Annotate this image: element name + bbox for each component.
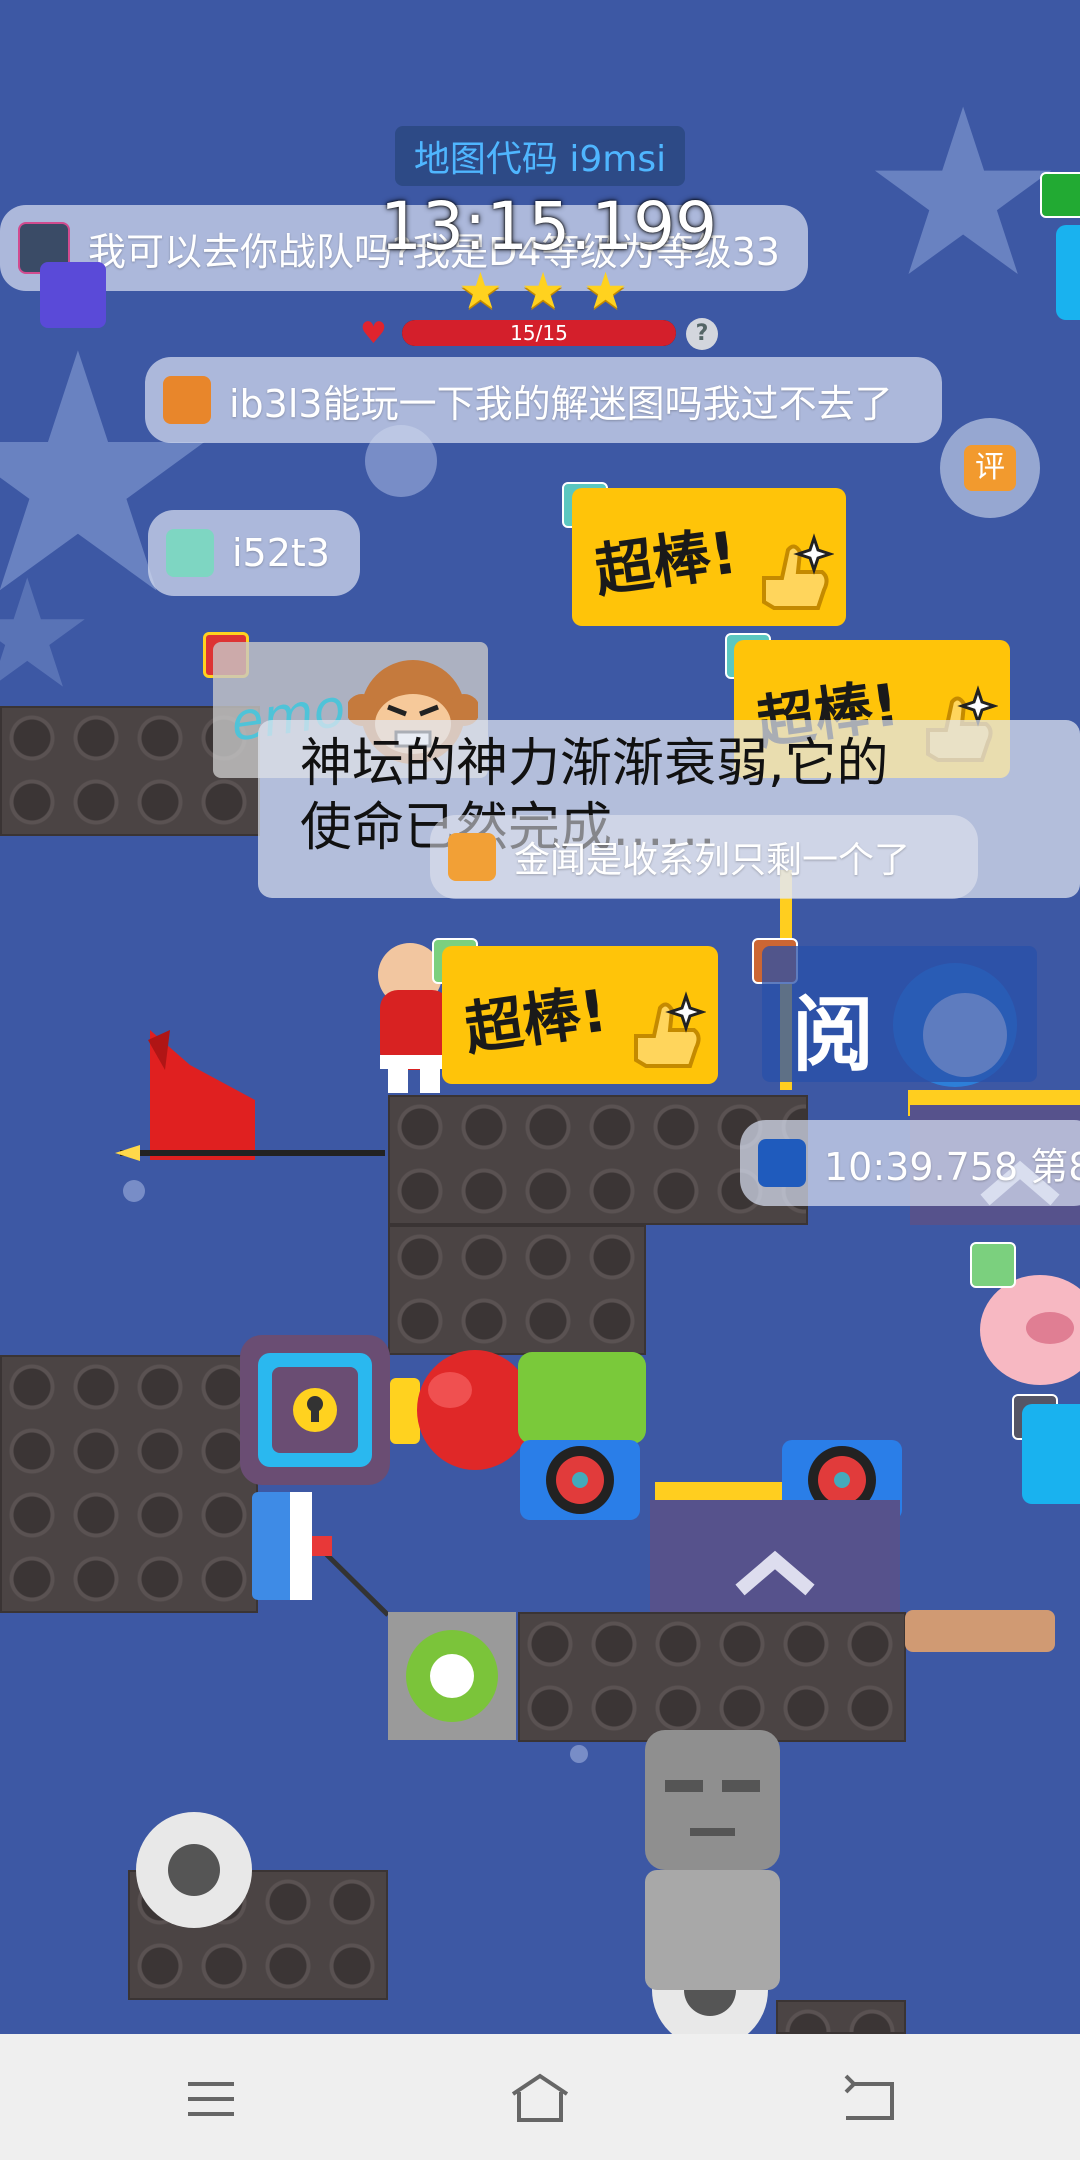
star-icon: ★ bbox=[520, 262, 566, 320]
fan-icon bbox=[520, 1440, 640, 1520]
great-sticker: 超棒! bbox=[572, 488, 846, 626]
rate-button[interactable]: 评 bbox=[940, 418, 1040, 518]
chat-message-text: i52t3 bbox=[232, 531, 330, 575]
star-icon: ★ bbox=[458, 262, 503, 320]
chat-message: 10:39.758 第82 bbox=[740, 1120, 1080, 1206]
lock-block-icon bbox=[240, 1335, 390, 1485]
chat-message-text: ib3l3能玩一下我的解迷图吗我过不去了 bbox=[229, 381, 893, 426]
up-arrow-block-icon bbox=[650, 1500, 900, 1612]
great-sticker-text: 超棒! bbox=[460, 976, 612, 1064]
system-nav-bar bbox=[0, 2034, 1080, 2160]
gear-block-icon bbox=[388, 1612, 516, 1740]
moai-statue-icon bbox=[645, 1730, 780, 1990]
wood-plank-icon bbox=[905, 1610, 1055, 1652]
player-avatar bbox=[970, 1242, 1016, 1288]
player-avatar bbox=[1040, 172, 1080, 218]
health-text: 15/15 bbox=[510, 321, 568, 345]
help-button[interactable]: ? bbox=[686, 318, 718, 350]
pig-sticker-icon bbox=[980, 1275, 1080, 1385]
brush-icon bbox=[252, 1492, 390, 1617]
side-panel-edge bbox=[1056, 225, 1080, 320]
thumbs-up-icon bbox=[634, 991, 706, 1068]
caption-line: 神坛的神力渐渐衰弱,它的 bbox=[300, 734, 889, 794]
heart-icon: ♥ bbox=[360, 316, 387, 351]
player-avatar bbox=[166, 529, 214, 577]
great-sticker-text: 超棒! bbox=[590, 518, 742, 606]
chat-message: i52t3 bbox=[148, 510, 360, 596]
home-icon[interactable] bbox=[505, 2064, 575, 2134]
read-sticker-text: 阅 bbox=[792, 988, 875, 1083]
player-avatar bbox=[163, 376, 211, 424]
health-bar: 15/15 bbox=[402, 320, 676, 346]
chat-message: ib3l3能玩一下我的解迷图吗我过不去了 bbox=[145, 357, 942, 443]
gear-icon bbox=[136, 1812, 252, 1928]
rate-icon: 评 bbox=[964, 445, 1016, 491]
great-sticker: 超棒! bbox=[442, 946, 718, 1084]
menu-icon[interactable] bbox=[176, 2064, 246, 2134]
timer: 13:15.199 bbox=[380, 188, 718, 265]
player-avatar bbox=[758, 1139, 806, 1187]
map-code-label: 地图代码 i9msi bbox=[395, 126, 685, 186]
player-avatar bbox=[448, 833, 496, 881]
player-avatar bbox=[40, 262, 106, 328]
chat-message: 金闻是收系列只剩一个了 bbox=[430, 815, 978, 899]
star-rating: ★ ★ ★ bbox=[458, 262, 628, 320]
read-sticker: 阅 bbox=[762, 946, 1037, 1083]
game-canvas[interactable]: ★ ★ ★ 地图代码 i9msi 我可以去你战队吗?我是D4等级为等级33 13… bbox=[0, 0, 1080, 2034]
chat-message-text: 10:39.758 第82 bbox=[824, 1144, 1080, 1189]
back-icon[interactable] bbox=[834, 2064, 904, 2134]
boxing-glove-icon bbox=[390, 1350, 533, 1470]
chat-message-text: 金闻是收系列只剩一个了 bbox=[514, 840, 911, 881]
star-icon: ★ bbox=[583, 262, 628, 320]
side-panel-edge bbox=[1022, 1404, 1080, 1504]
red-hat-player-icon bbox=[115, 1030, 385, 1161]
thumbs-up-icon bbox=[762, 533, 834, 610]
green-block-icon bbox=[518, 1352, 646, 1444]
